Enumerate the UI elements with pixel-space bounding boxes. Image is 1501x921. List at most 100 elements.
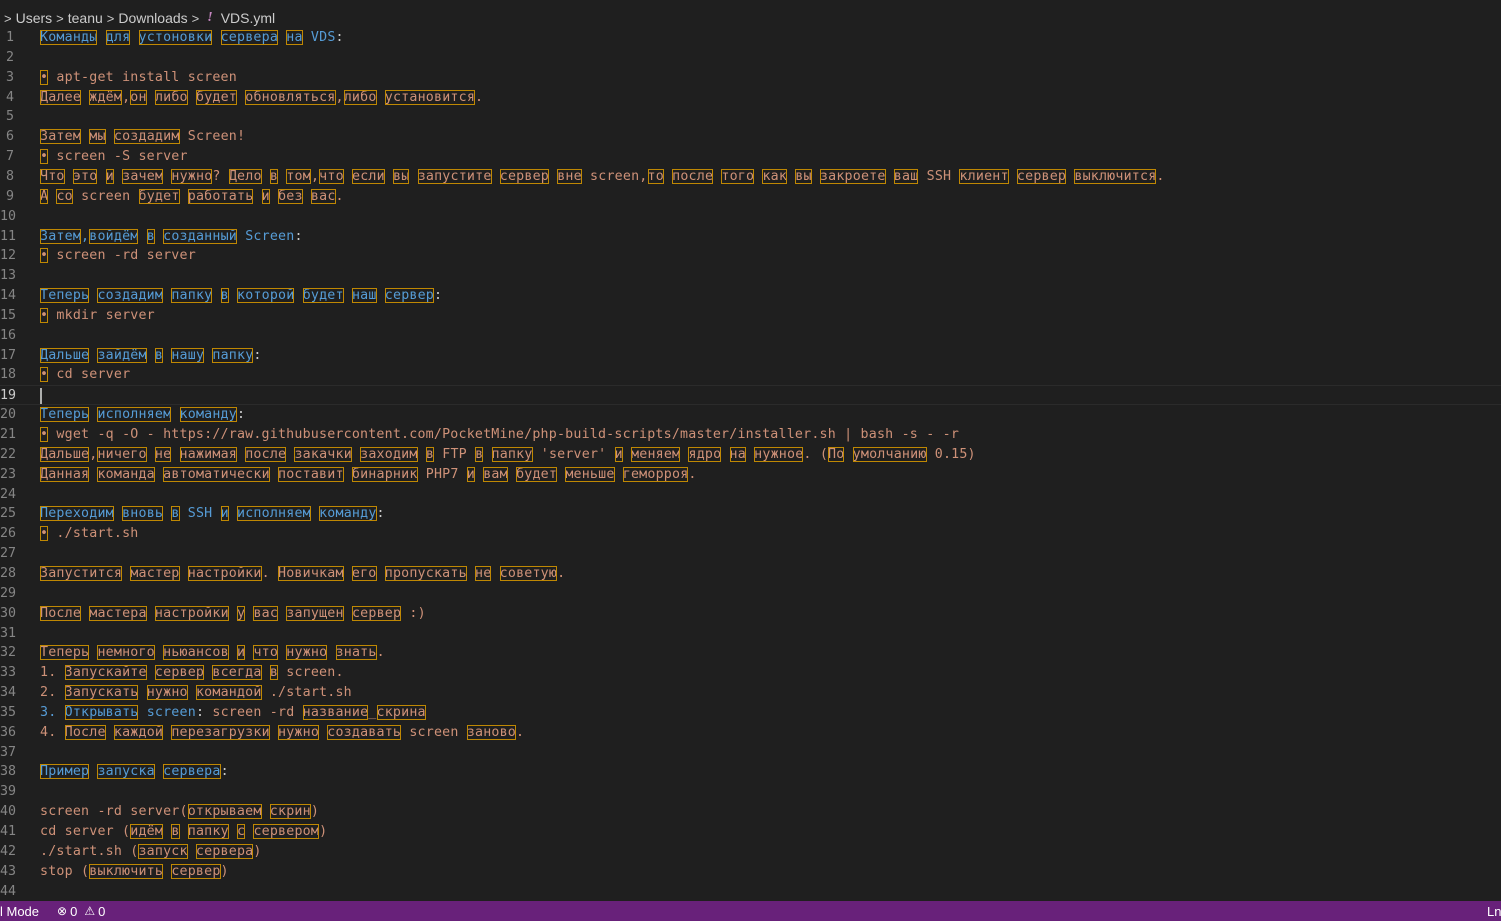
status-problems[interactable]: ⊗ 0 ⚠ 0 (57, 904, 105, 919)
status-line-col[interactable]: Ln (1487, 904, 1501, 919)
code-line[interactable]: 28 Запустится мастер настройки. Новичкам … (0, 564, 1501, 584)
highlighted-word: • (40, 307, 49, 323)
code-line[interactable]: 42 ./start.sh (запуск сервера) (0, 842, 1501, 862)
code-line[interactable]: 21 • wget -q -O - https://raw.githubuserc… (0, 425, 1501, 445)
code-line[interactable]: 41 cd server (идём в папку с сервером) (0, 822, 1501, 842)
breadcrumb-item-users[interactable]: Users (16, 10, 53, 26)
code-line[interactable]: 16 (0, 326, 1501, 346)
code-line[interactable]: 40 screen -rd server(открываем скрин) (0, 802, 1501, 822)
breadcrumb-item-teanu[interactable]: teanu (68, 10, 103, 26)
line-text: Команды для устоновки сервера на VDS: (40, 28, 344, 48)
code-line[interactable]: 12 • screen -rd server (0, 246, 1501, 266)
highlighted-word: папку (187, 824, 229, 839)
code-token: : (434, 288, 443, 304)
code-line[interactable]: 17 Дальше зайдём в нашу папку: (0, 346, 1501, 366)
highlighted-word: нужно (171, 168, 213, 184)
code-line[interactable]: 25 Переходим вновь в SSH и исполняем кома… (0, 504, 1501, 524)
line-number: 31 (0, 625, 17, 641)
code-line[interactable]: 30 После мастера настройки у вас запущен … (0, 604, 1501, 624)
code-line[interactable]: 23 Данная команда автоматически поставит … (0, 465, 1501, 485)
highlighted-word: советую (499, 565, 558, 581)
code-line[interactable]: 9 А со screen будет работать и без вас. (0, 187, 1501, 207)
code-line[interactable]: 44 (0, 882, 1501, 902)
code-line[interactable]: 32 Теперь немного ньюансов и что нужно зн… (0, 643, 1501, 663)
highlighted-word: сервер (384, 288, 435, 304)
code-line[interactable]: 27 (0, 544, 1501, 564)
status-mode[interactable]: l Mode (0, 904, 39, 919)
code-line[interactable]: 34 2. Запускать нужно командой ./start.sh (0, 683, 1501, 703)
chevron-right-icon: > (191, 10, 200, 26)
code-line[interactable]: 14 Теперь создадим папку в которой будет … (0, 286, 1501, 306)
highlighted-word: ньюансов (163, 645, 229, 661)
highlighted-word: Переходим (40, 506, 114, 522)
code-line[interactable]: 33 1. Запускайте сервер всегда в screen. (0, 663, 1501, 683)
code-line[interactable]: 31 (0, 624, 1501, 644)
code-token: screen, (581, 168, 648, 184)
code-line[interactable]: 26 • ./start.sh (0, 524, 1501, 544)
highlighted-word: сервер (499, 168, 549, 184)
line-number: 43 (0, 863, 17, 879)
code-line[interactable]: 43 stop (выключить сервер) (0, 862, 1501, 882)
highlighted-word: исполняем (237, 506, 311, 522)
code-line[interactable]: 18 • cd server (0, 365, 1501, 385)
line-number: 2 (5, 49, 14, 65)
code-line[interactable]: 24 (0, 485, 1501, 505)
line-number: 7 (5, 149, 14, 165)
code-line[interactable]: 37 (0, 743, 1501, 763)
highlighted-word: создадим (113, 129, 180, 145)
highlighted-word: выключится (1074, 168, 1157, 184)
code-line[interactable]: 13 (0, 266, 1501, 286)
line-text: Переходим вновь в SSH и исполняем команд… (40, 504, 385, 524)
highlighted-word: Запускать (64, 685, 139, 701)
code-editor[interactable]: 1 Команды для устоновки сервера на VDS: 2 3… (0, 28, 1501, 901)
line-text: ./start.sh (запуск сервера) (40, 842, 262, 862)
highlighted-word: не (475, 565, 492, 581)
code-token: Screen (237, 228, 295, 244)
breadcrumb-item-downloads[interactable]: Downloads (118, 10, 187, 26)
code-line[interactable]: 5 (0, 107, 1501, 127)
code-line[interactable]: 2 (0, 48, 1501, 68)
highlighted-word: немного (97, 645, 155, 661)
code-line[interactable]: 7 • screen -S server (0, 147, 1501, 167)
code-line[interactable]: 15 • mkdir server (0, 306, 1501, 326)
highlighted-word: в (425, 446, 435, 462)
code-line[interactable]: 20 Теперь исполняем команду: (0, 405, 1501, 425)
code-token: . (688, 466, 697, 482)
code-line[interactable]: 4 Далее ждём,он либо будет обновляться,ли… (0, 88, 1501, 108)
chevron-right-icon: > (56, 10, 64, 26)
code-line[interactable]: 22 Дальше,ничего не нажимая после закачки… (0, 445, 1501, 465)
code-line[interactable]: 10 (0, 207, 1501, 227)
highlighted-word: и (466, 466, 475, 482)
highlighted-word: как (762, 168, 788, 184)
warning-count: 0 (98, 903, 106, 919)
breadcrumb-item-file[interactable]: VDS.yml (221, 10, 275, 26)
code-line[interactable]: 1 Команды для устоновки сервера на VDS: (0, 28, 1501, 48)
code-line[interactable]: 35 3. Открывать screen: screen -rd назван… (0, 703, 1501, 723)
code-line[interactable]: 36 4. После каждой перезагрузки нужно соз… (0, 723, 1501, 743)
code-line[interactable]: 19 (0, 385, 1501, 406)
code-line[interactable]: 3 • apt-get install screen (0, 68, 1501, 88)
line-number: 10 (0, 208, 17, 224)
line-text: Теперь исполняем команду: (40, 405, 245, 425)
code-line[interactable]: 29 (0, 584, 1501, 604)
code-line[interactable]: 8 Что это и зачем нужно? Дело в том,что е… (0, 167, 1501, 187)
highlighted-word: Запустится (40, 565, 123, 581)
code-line[interactable]: 38 Пример запуска сервера: (0, 762, 1501, 782)
code-line[interactable]: 39 (0, 782, 1501, 802)
code-line[interactable]: 6 Затем мы создадим Screen! (0, 127, 1501, 147)
line-number: 21 (0, 427, 17, 442)
code-token: Screen! (179, 129, 246, 145)
highlighted-word: скрина (376, 704, 426, 720)
highlighted-word: Что (40, 168, 65, 184)
code-line[interactable]: 11 Затем,войдём в созданный Screen: (0, 227, 1501, 247)
